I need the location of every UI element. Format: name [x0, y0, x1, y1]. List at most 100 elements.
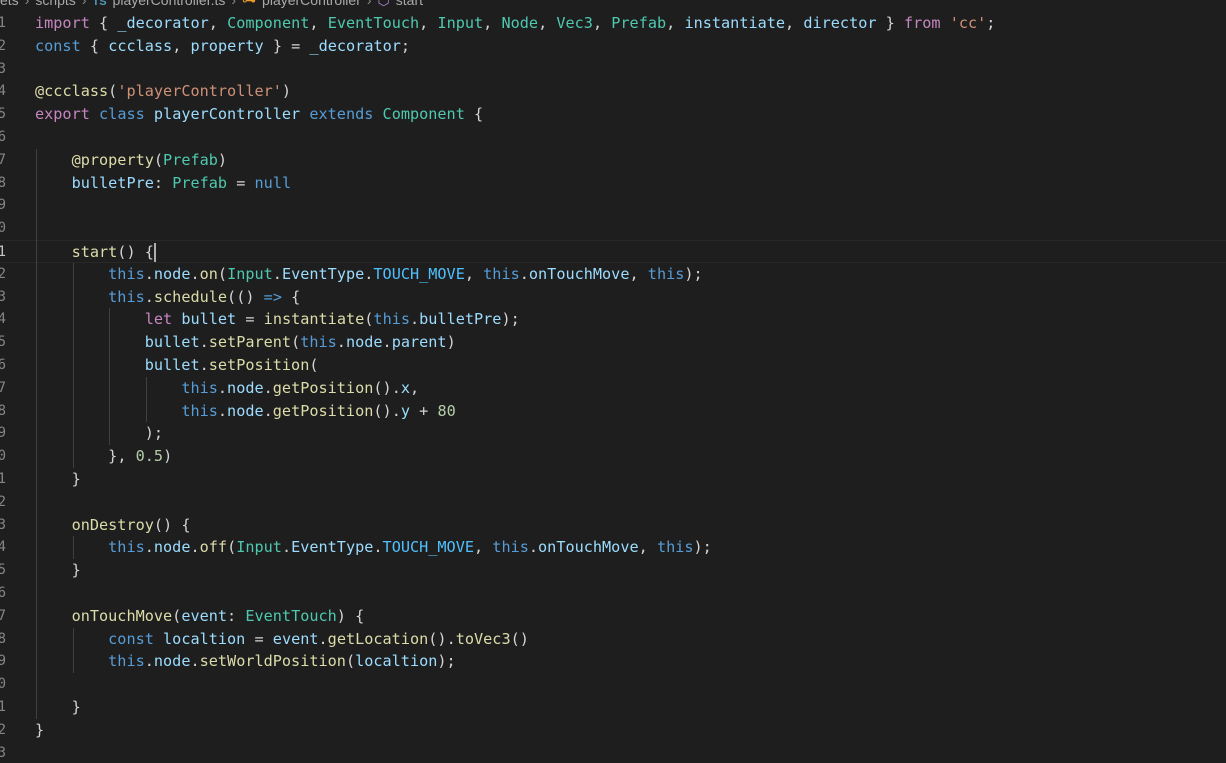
code-line[interactable]: 9 ); — [0, 422, 1226, 445]
indent-guide — [72, 627, 74, 674]
code-text: const { ccclass, property } = _decorator… — [35, 36, 411, 55]
line-number: 2 — [0, 37, 6, 54]
code-text: start() { — [71, 242, 156, 262]
code-line[interactable]: 2} — [0, 719, 1226, 742]
line-number: 3 — [0, 60, 6, 77]
breadcrumb-folder[interactable]: scripts — [35, 0, 75, 8]
line-number: 2 — [0, 721, 6, 738]
code-line[interactable]: 9 this.node.setWorldPosition(localtion); — [0, 650, 1226, 673]
line-number: 4 — [0, 311, 6, 328]
chevron-right-icon: › — [24, 0, 30, 8]
code-text: export class playerController extends Co… — [35, 105, 484, 124]
code-text: ); — [144, 424, 164, 443]
code-line[interactable]: 1 } — [0, 468, 1226, 491]
code-line[interactable]: 2 this.node.on(Input.EventType.TOUCH_MOV… — [0, 263, 1226, 286]
line-number: 4 — [0, 539, 6, 556]
code-line[interactable]: 0 }, 0.5) — [0, 445, 1226, 468]
code-text: this.node.on(Input.EventType.TOUCH_MOVE,… — [108, 264, 703, 283]
code-line[interactable]: 3 — [0, 58, 1226, 81]
indent-guide — [36, 148, 37, 719]
line-number: 9 — [0, 653, 6, 670]
code-text: import { _decorator, Component, EventTou… — [35, 14, 996, 32]
line-number: 8 — [0, 630, 6, 647]
code-line[interactable]: 2 const { ccclass, property } = _decorato… — [0, 35, 1226, 58]
line-number: 0 — [0, 448, 6, 465]
code-line[interactable]: 1 import { _decorator, Component, EventTo… — [0, 12, 1226, 35]
line-number: 5 — [0, 562, 6, 579]
code-text: } — [71, 561, 81, 580]
indent-guide — [72, 536, 74, 560]
code-text: bulletPre: Prefab = null — [71, 173, 292, 192]
code-line[interactable]: 8 this.node.getPosition().y + 80 — [0, 400, 1226, 423]
chevron-right-icon: › — [366, 0, 372, 8]
code-line[interactable]: 7 onTouchMove(event: EventTouch) { — [0, 605, 1226, 628]
line-number: 2 — [0, 493, 6, 510]
code-line[interactable]: 4 @ccclass('playerController') — [0, 80, 1226, 103]
code-line[interactable]: 0 — [0, 673, 1226, 696]
code-text: onDestroy() { — [71, 515, 191, 534]
code-line[interactable]: 6 — [0, 582, 1226, 605]
code-line[interactable]: 3 this.schedule(() => { — [0, 286, 1226, 309]
line-number: 9 — [0, 197, 6, 214]
line-number: 4 — [0, 83, 6, 100]
breadcrumb-method[interactable]: start — [396, 0, 423, 8]
line-number: 0 — [0, 676, 6, 693]
code-text: }, 0.5) — [108, 447, 173, 466]
code-text: bullet.setPosition( — [144, 355, 319, 374]
line-number: 7 — [0, 151, 6, 168]
line-number: 1 — [0, 470, 6, 487]
line-number: 1 — [0, 15, 6, 31]
line-number: 3 — [0, 516, 6, 533]
code-line[interactable]: 0 — [0, 217, 1226, 240]
line-number: 6 — [0, 128, 6, 145]
code-text: } — [71, 469, 81, 488]
code-line[interactable]: 7 this.node.getPosition().x, — [0, 377, 1226, 400]
code-text: @ccclass('playerController') — [35, 82, 292, 101]
code-text: let bullet = instantiate(this.bulletPre)… — [144, 310, 520, 329]
line-number: 1 — [0, 243, 6, 260]
code-line[interactable]: 8 bulletPre: Prefab = null — [0, 172, 1226, 195]
indent-guide — [72, 262, 74, 468]
code-line[interactable]: 2 — [0, 491, 1226, 514]
code-text: } — [71, 697, 81, 716]
line-number: 1 — [0, 698, 6, 715]
indent-guide — [145, 376, 147, 423]
code-line[interactable]: 6 bullet.setPosition( — [0, 354, 1226, 377]
line-number: 2 — [0, 265, 6, 282]
chevron-right-icon: › — [231, 0, 237, 8]
indent-guide — [109, 308, 111, 446]
code-line[interactable]: 1 } — [0, 696, 1226, 719]
line-number: 5 — [0, 106, 6, 123]
code-line[interactable]: 9 — [0, 194, 1226, 217]
code-line[interactable]: 3 — [0, 742, 1226, 763]
code-line[interactable]: 1 start() { — [0, 239, 1226, 263]
line-number: 8 — [0, 174, 6, 191]
text-cursor — [153, 242, 156, 262]
line-number: 3 — [0, 288, 6, 305]
code-line[interactable]: 6 — [0, 126, 1226, 149]
code-editor[interactable]: ets › scripts › TS playerController.ts › ⊶ playe… — [0, 0, 1226, 763]
code-text: @property(Prefab) — [71, 150, 228, 169]
code-text: this.schedule(() => { — [108, 287, 301, 306]
code-line[interactable]: 5 export class playerController extends C… — [0, 103, 1226, 126]
breadcrumb: ets › scripts › TS playerController.ts › ⊶ playe… — [0, 0, 423, 11]
code-line[interactable]: 5 } — [0, 559, 1226, 582]
code-text: this.node.getPosition().x, — [181, 378, 420, 397]
class-symbol-icon: ⊶ — [242, 0, 257, 8]
code-text: } — [35, 720, 45, 739]
code-line[interactable]: 8 const localtion = event.getLocation().… — [0, 628, 1226, 651]
line-number: 6 — [0, 356, 6, 373]
chevron-right-icon: › — [81, 0, 87, 8]
breadcrumb-folder-parent[interactable]: ets — [0, 0, 19, 8]
code-line[interactable]: 3 onDestroy() { — [0, 514, 1226, 537]
code-line[interactable]: 5 bullet.setParent(this.node.parent) — [0, 331, 1226, 354]
code-text: onTouchMove(event: EventTouch) { — [71, 606, 365, 625]
code-line[interactable]: 4 this.node.off(Input.EventType.TOUCH_MO… — [0, 536, 1226, 559]
code-line[interactable]: 7 @property(Prefab) — [0, 149, 1226, 172]
code-lines[interactable]: 1 import { _decorator, Component, EventTo… — [0, 12, 1226, 763]
code-line[interactable]: 4 let bullet = instantiate(this.bulletPr… — [0, 308, 1226, 331]
line-number: 8 — [0, 402, 6, 419]
breadcrumb-class[interactable]: playerController — [262, 0, 361, 8]
breadcrumb-file[interactable]: playerController.ts — [113, 0, 226, 8]
line-number: 9 — [0, 425, 6, 442]
